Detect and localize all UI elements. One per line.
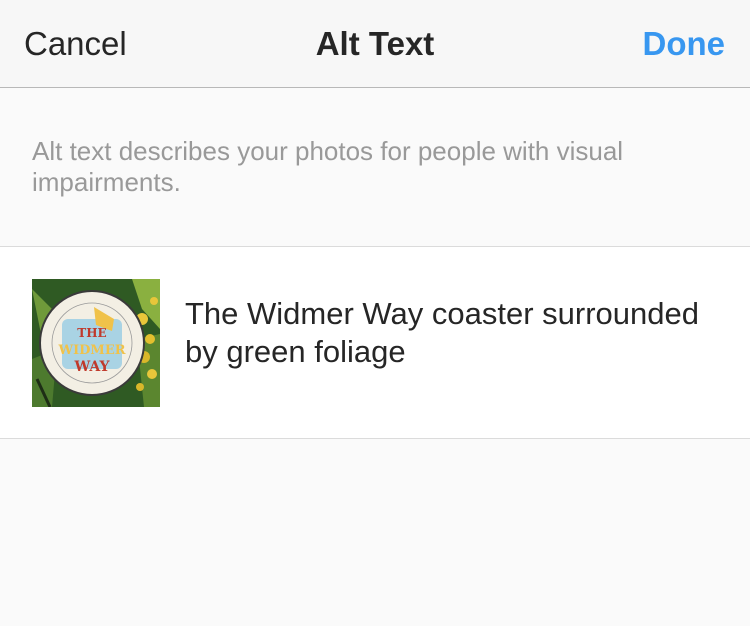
alt-text-input[interactable]: The Widmer Way coaster surrounded by gre… xyxy=(185,295,725,371)
photo-thumbnail-image: THE WIDMER WAY xyxy=(32,279,160,407)
coaster-text-the: THE xyxy=(77,326,106,340)
coaster-text-widmer: WIDMER xyxy=(57,343,125,358)
photo-thumbnail: THE WIDMER WAY xyxy=(32,279,160,407)
page-title: Alt Text xyxy=(315,25,435,62)
empty-area xyxy=(0,439,750,626)
help-text: Alt text describes your photos for peopl… xyxy=(32,136,624,197)
done-button[interactable]: Done xyxy=(643,24,726,64)
navigation-bar: Cancel Alt Text Done xyxy=(0,0,750,88)
alt-text-screen: Cancel Alt Text Done Alt text describes … xyxy=(0,0,750,626)
alt-text-entry-row: THE WIDMER WAY The Widmer Way coaster su… xyxy=(0,247,750,439)
help-section: Alt text describes your photos for peopl… xyxy=(0,88,750,247)
coaster-text-way: WAY xyxy=(74,359,111,375)
